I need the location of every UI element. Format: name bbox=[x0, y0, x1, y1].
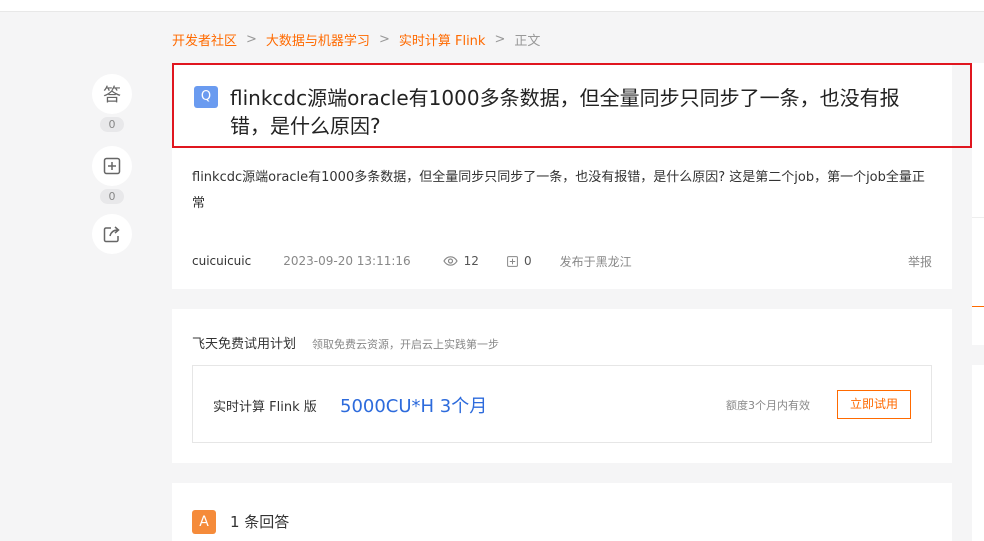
breadcrumb-separator: > bbox=[378, 32, 390, 47]
top-header-bar bbox=[0, 0, 984, 12]
breadcrumb-link-flink[interactable]: 实时计算 Flink bbox=[399, 30, 486, 49]
breadcrumb-link-community[interactable]: 开发者社区 bbox=[172, 30, 237, 49]
answer-icon: 答 bbox=[103, 85, 121, 106]
follow-meta-value: 0 bbox=[523, 254, 532, 268]
trial-offer: 实时计算 Flink 版 5000CU*H 3个月 额度3个月内有效 立即试用 bbox=[192, 365, 932, 443]
answers-card: A 1 条回答 bbox=[172, 483, 952, 541]
breadcrumb: 开发者社区 > 大数据与机器学习 > 实时计算 Flink > 正文 bbox=[172, 30, 540, 49]
answer-badge: A bbox=[192, 510, 216, 534]
question-title-highlight: Q flinkcdc源端oracle有1000多条数据，但全量同步只同步了一条，… bbox=[172, 63, 972, 148]
right-sidebar-panel bbox=[972, 217, 984, 345]
view-count: 12 bbox=[442, 254, 479, 268]
follow-meta: 0 bbox=[507, 254, 532, 268]
report-link[interactable]: 举报 bbox=[908, 253, 932, 270]
trial-subtitle: 领取免费云资源，开启云上实践第一步 bbox=[312, 338, 500, 351]
follow-button[interactable] bbox=[92, 146, 132, 186]
share-button[interactable] bbox=[92, 214, 132, 254]
add-box-icon bbox=[103, 157, 121, 175]
trial-quota: 5000CU*H 3个月 bbox=[340, 396, 488, 417]
breadcrumb-current: 正文 bbox=[514, 34, 541, 49]
answer-button[interactable]: 答 bbox=[92, 74, 132, 114]
author-link[interactable]: cuicuicuic bbox=[192, 254, 251, 268]
free-trial-card: 飞天免费试用计划 领取免费云资源，开启云上实践第一步 实时计算 Flink 版 … bbox=[172, 309, 952, 463]
trial-title: 飞天免费试用计划 bbox=[192, 337, 297, 352]
trial-validity: 额度3个月内有效 bbox=[726, 399, 810, 412]
breadcrumb-separator: > bbox=[494, 32, 506, 47]
share-icon bbox=[103, 226, 120, 243]
view-count-value: 12 bbox=[463, 254, 479, 268]
question-badge: Q bbox=[194, 86, 218, 108]
post-location: 发布于黑龙江 bbox=[559, 254, 632, 269]
side-action-bar: 答 0 0 bbox=[92, 74, 132, 254]
right-sidebar-panel bbox=[972, 365, 984, 541]
trial-header: 飞天免费试用计划 领取免费云资源，开启云上实践第一步 bbox=[192, 333, 499, 352]
trial-product-name: 实时计算 Flink 版 bbox=[213, 400, 317, 415]
try-now-button[interactable]: 立即试用 bbox=[837, 390, 911, 419]
question-meta: cuicuicuic 2023-09-20 13:11:16 12 0 发布于黑… bbox=[192, 251, 932, 271]
breadcrumb-separator: > bbox=[246, 32, 257, 47]
eye-icon bbox=[442, 256, 458, 266]
add-box-icon bbox=[507, 255, 518, 267]
question-card: Q flinkcdc源端oracle有1000多条数据，但全量同步只同步了一条，… bbox=[172, 63, 972, 289]
post-time: 2023-09-20 13:11:16 bbox=[283, 254, 411, 268]
answer-count-heading: 1 条回答 bbox=[230, 513, 290, 531]
answer-count: 0 bbox=[100, 117, 124, 132]
right-sidebar-accent bbox=[972, 306, 984, 307]
follow-count: 0 bbox=[100, 189, 124, 204]
question-title: flinkcdc源端oracle有1000多条数据，但全量同步只同步了一条，也没… bbox=[230, 86, 900, 138]
right-sidebar-panel bbox=[972, 63, 984, 217]
breadcrumb-link-bigdata[interactable]: 大数据与机器学习 bbox=[266, 30, 370, 49]
question-body: flinkcdc源端oracle有1000多条数据，但全量同步只同步了一条，也没… bbox=[192, 170, 925, 211]
